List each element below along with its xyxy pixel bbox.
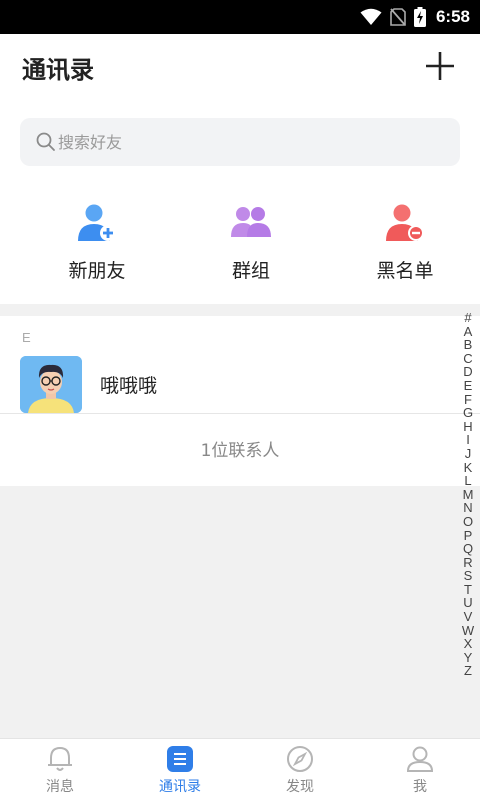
index-letter[interactable]: G: [463, 406, 473, 420]
index-letter[interactable]: S: [464, 569, 473, 583]
index-letter[interactable]: E: [464, 379, 473, 393]
index-letter[interactable]: I: [466, 433, 470, 447]
blacklist-button[interactable]: 黑名单: [345, 204, 465, 288]
index-letter[interactable]: Y: [464, 651, 473, 665]
index-letter[interactable]: Z: [464, 664, 472, 678]
index-letter[interactable]: B: [464, 338, 473, 352]
tab-contacts[interactable]: 通讯录: [120, 739, 240, 800]
index-letter[interactable]: U: [463, 596, 472, 610]
index-letter[interactable]: L: [464, 474, 471, 488]
index-letter[interactable]: K: [464, 460, 473, 475]
add-user-icon: [78, 204, 116, 241]
quick-action-label: 黑名单: [376, 260, 434, 282]
index-letter[interactable]: O: [463, 515, 473, 529]
group-icon: [231, 207, 271, 237]
no-sim-icon: [390, 8, 406, 26]
index-letter[interactable]: N: [463, 501, 472, 515]
index-letter[interactable]: H: [463, 420, 472, 434]
profile-icon: [406, 746, 434, 772]
status-time: 6:58: [435, 7, 470, 26]
quick-actions: 新朋友 群组 黑名单: [0, 204, 480, 288]
add-button[interactable]: [422, 48, 458, 84]
groups-button[interactable]: 群组: [191, 204, 311, 288]
index-letter[interactable]: F: [464, 392, 472, 407]
index-letter[interactable]: X: [464, 637, 473, 651]
contacts-list: E 哦哦哦 1位联系人: [0, 316, 480, 486]
wifi-icon: [360, 8, 382, 25]
index-letter[interactable]: C: [463, 352, 472, 366]
avatar: [20, 356, 82, 413]
contact-count: 1位联系人: [200, 441, 280, 461]
new-friends-button[interactable]: 新朋友: [37, 204, 157, 288]
tab-label: 我: [413, 779, 427, 795]
page-title: 通讯录: [22, 56, 94, 84]
bell-icon: [48, 746, 72, 771]
index-letter[interactable]: Q: [463, 542, 473, 556]
search-input[interactable]: [58, 118, 438, 166]
tab-discover[interactable]: 发现: [240, 739, 360, 800]
battery-charging-icon: [413, 7, 426, 27]
tab-messages[interactable]: 消息: [0, 739, 120, 800]
index-letter[interactable]: #: [464, 311, 471, 325]
index-letter[interactable]: J: [465, 447, 472, 461]
index-letter[interactable]: T: [464, 583, 472, 597]
index-letter[interactable]: A: [464, 324, 473, 339]
tab-label: 通讯录: [159, 779, 201, 795]
index-letter[interactable]: P: [464, 528, 473, 543]
contact-name: 哦哦哦: [100, 375, 158, 397]
contact-row[interactable]: 哦哦哦: [0, 354, 480, 414]
index-letter[interactable]: V: [464, 610, 473, 624]
status-bar: 6:58: [0, 0, 480, 34]
contacts-icon: [167, 746, 193, 772]
compass-icon: [287, 746, 313, 772]
quick-action-label: 群组: [231, 260, 270, 282]
search-icon: [36, 132, 55, 151]
tab-label: 消息: [46, 779, 74, 795]
index-letter[interactable]: W: [462, 624, 474, 638]
index-letter[interactable]: D: [463, 365, 472, 379]
header: 通讯录 新朋友: [0, 34, 480, 304]
tab-bar: 消息 通讯录 发现 我: [0, 738, 480, 800]
index-letter[interactable]: M: [463, 488, 474, 502]
search-box[interactable]: [20, 118, 460, 166]
tab-label: 发现: [286, 779, 314, 795]
quick-action-label: 新朋友: [68, 260, 126, 282]
block-user-icon: [386, 204, 424, 241]
tab-me[interactable]: 我: [360, 739, 480, 800]
alphabet-index[interactable]: # A B C D E F G H I J K L M N O P Q R S …: [462, 311, 474, 678]
section-letter: E: [22, 330, 31, 345]
index-letter[interactable]: R: [463, 556, 472, 570]
